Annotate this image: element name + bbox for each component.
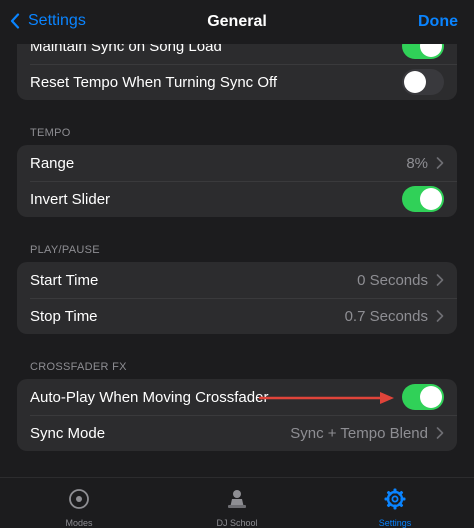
stop-time-value: 0.7 Seconds — [344, 307, 428, 325]
tab-dj-school-label: DJ School — [216, 518, 258, 528]
playpause-group: Start Time 0 Seconds Stop Time 0.7 Secon… — [17, 262, 457, 334]
playpause-section-header: PLAY/PAUSE — [30, 244, 100, 256]
sync-mode-label: Sync Mode — [30, 424, 106, 442]
sync-mode-row[interactable]: Sync Mode Sync + Tempo Blend — [17, 415, 457, 451]
tab-dj-school[interactable]: DJ School — [182, 488, 292, 528]
tab-bar: Modes DJ School Settings — [0, 477, 474, 528]
invert-slider-label: Invert Slider — [30, 190, 111, 208]
tempo-section-header: TEMPO — [30, 127, 71, 139]
navigation-bar: Settings General Done — [0, 0, 474, 44]
reset-tempo-label: Reset Tempo When Turning Sync Off — [30, 73, 278, 91]
settings-list: Maintain Sync on Song Load Reset Tempo W… — [0, 0, 474, 477]
chevron-right-icon — [436, 157, 444, 169]
reset-tempo-row[interactable]: Reset Tempo When Turning Sync Off — [17, 64, 457, 100]
stop-time-row[interactable]: Stop Time 0.7 Seconds — [17, 298, 457, 334]
crossfader-section-header: CROSSFADER FX — [30, 361, 127, 373]
auto-play-toggle[interactable] — [402, 384, 444, 410]
tab-modes-label: Modes — [65, 518, 93, 528]
reset-tempo-toggle[interactable] — [402, 69, 444, 95]
gear-icon — [384, 488, 406, 510]
sync-mode-value: Sync + Tempo Blend — [290, 424, 428, 442]
range-value: 8% — [406, 154, 428, 172]
toggle-knob — [420, 386, 442, 408]
range-row[interactable]: Range 8% — [17, 145, 457, 181]
tempo-group: Range 8% Invert Slider — [17, 145, 457, 217]
range-label: Range — [30, 154, 75, 172]
chevron-right-icon — [436, 274, 444, 286]
start-time-row[interactable]: Start Time 0 Seconds — [17, 262, 457, 298]
dj-school-icon — [228, 490, 246, 508]
tab-settings-label: Settings — [378, 518, 412, 528]
invert-slider-toggle[interactable] — [402, 186, 444, 212]
tab-modes[interactable]: Modes — [24, 488, 134, 528]
toggle-knob — [404, 71, 426, 93]
invert-slider-row[interactable]: Invert Slider — [17, 181, 457, 217]
annotation-arrow-icon — [258, 392, 394, 404]
chevron-right-icon — [436, 310, 444, 322]
done-button[interactable]: Done — [418, 13, 458, 31]
start-time-value: 0 Seconds — [357, 271, 428, 289]
chevron-right-icon — [436, 427, 444, 439]
page-title: General — [207, 13, 267, 30]
modes-icon — [69, 489, 89, 509]
start-time-label: Start Time — [30, 271, 99, 289]
tab-settings[interactable]: Settings — [340, 488, 450, 528]
stop-time-label: Stop Time — [30, 307, 98, 325]
toggle-knob — [420, 188, 442, 210]
